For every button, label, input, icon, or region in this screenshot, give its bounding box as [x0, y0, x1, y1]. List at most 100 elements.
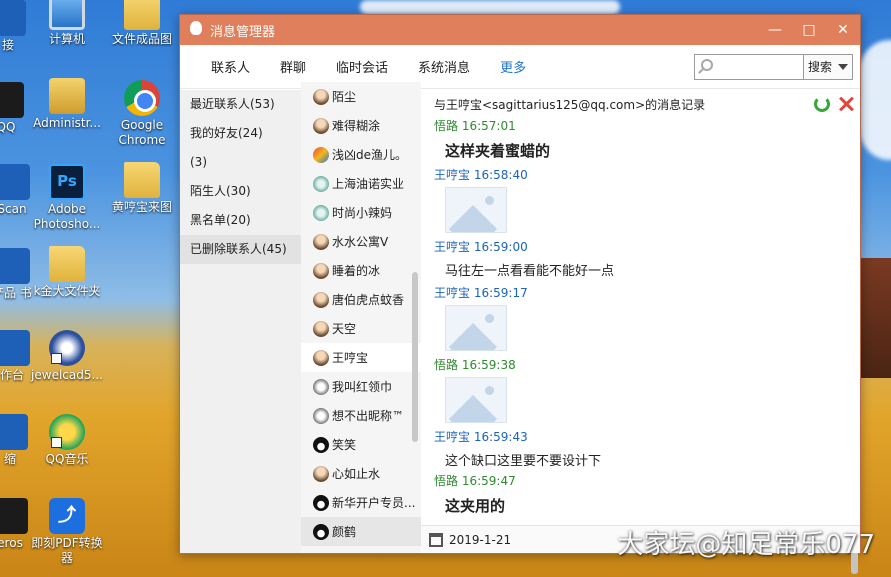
group-item-strangers[interactable]: 陌生人(30) — [180, 177, 301, 206]
desktop-icon[interactable]: Google Chrome — [102, 80, 182, 148]
desktop-icon[interactable]: QQ音乐 — [27, 414, 107, 467]
image-placeholder-icon[interactable] — [445, 377, 507, 423]
message-header: 悟路 16:59:38 — [421, 357, 846, 373]
desktop-icon-label: QQ — [0, 120, 16, 134]
contact-item[interactable]: 水水公寓V — [301, 227, 421, 256]
contact-name: 水水公寓V — [332, 235, 389, 249]
search-input[interactable] — [695, 54, 804, 79]
tab-group-chat[interactable]: 群聊 — [265, 57, 321, 76]
date-value[interactable]: 2019-1-21 — [449, 533, 511, 547]
tab-more[interactable]: 更多 — [485, 57, 541, 76]
message-sender: 悟路 — [434, 120, 459, 133]
contact-item[interactable]: 睡着的冰 — [301, 256, 421, 285]
contact-item[interactable]: 时尚小辣妈 — [301, 198, 421, 227]
contact-name: 唐伯虎点蚊香 — [332, 293, 405, 307]
desktop-icon-label: eros — [0, 536, 23, 550]
tab-system-messages[interactable]: 系统消息 — [403, 57, 485, 76]
category-tabs: 联系人 群聊 临时会话 系统消息 更多 搜索 — [180, 45, 860, 89]
message-sender: 王哼宝 — [434, 286, 471, 300]
window-title: 消息管理器 — [210, 24, 276, 40]
title-bar[interactable]: 消息管理器 — □ ✕ — [180, 15, 860, 45]
desktop-icon-label: 缩 — [3, 452, 16, 466]
contact-item[interactable]: 天空 — [301, 314, 421, 343]
refresh-icon[interactable] — [814, 96, 830, 112]
contact-item[interactable]: 唐伯虎点蚊香 — [301, 285, 421, 314]
message-sender: 王哼宝 — [434, 430, 471, 444]
message: 王哼宝 16:58:40 — [421, 167, 846, 233]
avatar — [313, 523, 329, 540]
chevron-down-icon[interactable] — [838, 63, 848, 70]
maximize-button[interactable]: □ — [792, 15, 826, 45]
app-icon — [0, 414, 28, 450]
desktop-icon[interactable]: 文件成品图 — [102, 0, 182, 47]
message: 悟路 16:59:38 — [421, 357, 846, 423]
chrome-icon — [124, 80, 160, 116]
group-item-friends[interactable]: 我的好友(24) — [180, 119, 301, 148]
group-list: 最近联系人(53) 我的好友(24) (3) 陌生人(30) 黑名单(20) 已… — [180, 90, 301, 553]
tab-temp-session[interactable]: 临时会话 — [321, 57, 403, 76]
contact-name: 笑笑 — [332, 438, 357, 452]
message-time: 16:59:17 — [473, 286, 528, 300]
delete-icon[interactable] — [838, 96, 854, 112]
calendar-icon[interactable] — [429, 532, 443, 547]
chat-header-title: 与王哼宝<sagittarius125@qq.com>的消息记录 — [434, 97, 706, 112]
image-placeholder-icon[interactable] — [445, 187, 507, 233]
desktop-icon-label: 作台 — [0, 368, 24, 382]
contact-name: 陌尘 — [332, 90, 357, 104]
pdf-converter-icon: ⤴ — [49, 498, 85, 534]
contact-item[interactable]: 浅凶de渔儿。 — [301, 140, 421, 169]
desktop-icon[interactable]: k金大文件夹 — [27, 246, 107, 299]
message-header: 王哼宝 16:59:00 — [421, 239, 846, 255]
desktop-icon[interactable]: ⤴ 即刻PDF转换 器 — [27, 498, 107, 566]
group-item-recent[interactable]: 最近联系人(53) — [180, 90, 301, 119]
contact-name: 王哼宝 — [332, 351, 369, 365]
minimize-button[interactable]: — — [758, 15, 792, 45]
avatar — [313, 262, 329, 279]
desktop-icon-label: Google Chrome — [118, 118, 166, 147]
contact-item[interactable]: 陌尘 — [301, 82, 421, 111]
desktop-icon[interactable]: Ps Adobe Photosho... — [27, 164, 107, 232]
message-header: 王哼宝 16:59:17 — [421, 285, 846, 301]
message: 王哼宝 16:59:00 马往左一点看看能不能好一点 — [421, 239, 846, 279]
message-header: 王哼宝 16:58:40 — [421, 167, 846, 183]
network-icon — [0, 0, 26, 36]
message-time: 16:59:43 — [473, 430, 528, 444]
desktop-icon-label: 接 — [1, 38, 14, 52]
contact-name: 心如止水 — [332, 467, 381, 481]
contact-item[interactable]: 颜鹤 — [301, 517, 421, 546]
computer-icon — [49, 0, 85, 30]
desktop-icon[interactable]: 黄哼宝来图 — [102, 162, 182, 215]
app-icon — [0, 330, 30, 366]
group-item-unnamed[interactable]: (3) — [180, 148, 301, 177]
message-sender: 王哼宝 — [434, 168, 471, 182]
desktop-icon[interactable]: jewelcad5... — [27, 330, 107, 383]
contact-item[interactable]: 笑笑 — [301, 430, 421, 459]
contact-item-selected[interactable]: 王哼宝 — [301, 343, 421, 372]
desktop-icon[interactable]: Administr... — [27, 78, 107, 131]
search-button[interactable]: 搜索 — [804, 54, 852, 79]
message: 悟路 16:59:47 这夹用的 — [421, 473, 846, 516]
contact-name: 想不出昵称™ — [332, 409, 405, 423]
close-button[interactable]: ✕ — [826, 15, 860, 45]
avatar — [313, 204, 329, 221]
photoshop-icon: Ps — [49, 164, 85, 200]
contact-list-scrollbar[interactable] — [412, 272, 418, 442]
desktop-icon-label: jewelcad5... — [31, 368, 103, 382]
contact-item[interactable]: 我叫红领巾 — [301, 372, 421, 401]
message-text: 这个缺口这里要不要设计下 — [445, 454, 602, 469]
image-placeholder-icon[interactable] — [445, 305, 507, 351]
group-item-deleted[interactable]: 已删除联系人(45) — [180, 235, 301, 264]
group-item-blacklist[interactable]: 黑名单(20) — [180, 206, 301, 235]
message-time: 16:58:40 — [473, 168, 528, 182]
desktop-icon[interactable]: 计算机 — [27, 0, 107, 47]
message-time: 16:59:38 — [461, 358, 516, 372]
contact-item[interactable]: 难得糊涂 — [301, 111, 421, 140]
contact-item[interactable]: 新华开户专员... — [301, 488, 421, 517]
contact-item[interactable]: 上海油诺实业 — [301, 169, 421, 198]
avatar — [313, 175, 329, 192]
avatar — [313, 349, 329, 366]
search-box: 搜索 — [694, 53, 853, 80]
contact-item[interactable]: 心如止水 — [301, 459, 421, 488]
contact-item[interactable]: 想不出昵称™ — [301, 401, 421, 430]
tab-contacts[interactable]: 联系人 — [196, 57, 265, 76]
